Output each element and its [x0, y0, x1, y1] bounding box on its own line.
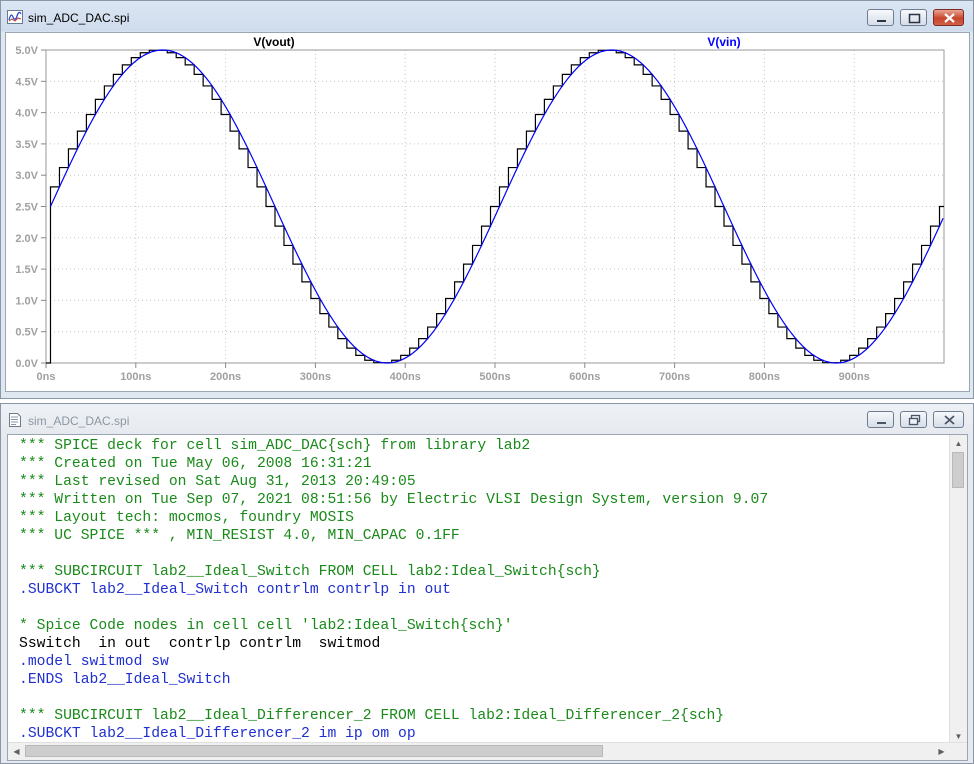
scroll-corner — [950, 743, 967, 760]
scroll-left-icon[interactable]: ◀ — [8, 743, 25, 760]
minimize-icon — [877, 422, 886, 424]
y-tick-label: 3.0V — [15, 170, 38, 182]
vertical-scrollbar[interactable]: ▲ ▼ — [949, 435, 967, 745]
horizontal-scrollbar[interactable]: ◀ ▶ — [8, 742, 967, 760]
netlist-window[interactable]: sim_ADC_DAC.spi *** SPICE deck for cell … — [0, 403, 974, 764]
y-tick-label: 4.5V — [15, 76, 38, 88]
netlist-line: *** Layout tech: mocmos, foundry MOSIS — [19, 510, 354, 526]
maximize-button[interactable] — [900, 9, 927, 26]
y-tick-label: 1.5V — [15, 264, 38, 276]
restore-button[interactable] — [900, 411, 927, 428]
netlist-line: *** SPICE deck for cell sim_ADC_DAC{sch}… — [19, 438, 531, 454]
close-icon — [944, 415, 955, 425]
y-tick-label: 1.0V — [15, 295, 38, 307]
netlist-line: .SUBCKT lab2__Ideal_Switch contrlm contr… — [19, 582, 451, 598]
document-icon — [9, 413, 21, 427]
close-button[interactable] — [933, 9, 964, 26]
netlist-line: * Spice Code nodes in cell cell 'lab2:Id… — [19, 618, 513, 634]
x-tick-label: 300ns — [300, 371, 331, 383]
scroll-right-icon[interactable]: ▶ — [933, 743, 950, 760]
horizontal-scroll-thumb[interactable] — [25, 745, 603, 757]
scroll-up-icon[interactable]: ▲ — [950, 435, 967, 452]
x-tick-label: 100ns — [120, 371, 151, 383]
minimize-icon — [877, 20, 886, 22]
y-tick-label: 0.5V — [15, 327, 38, 339]
plot-pane[interactable]: 0.0V 0.5V 1.0V 1.5V 2.0V 2.5V 3.0V 3.5V 4.0V 4.5V… — [5, 32, 970, 392]
waveform-window[interactable]: sim_ADC_DAC.spi 0.0V 0.5V 1.0V 1.5V 2.0V 2.5V… — [0, 0, 974, 399]
vout-trace-label: V(vout) — [253, 35, 294, 49]
netlist-line — [19, 545, 949, 563]
restore-icon — [908, 414, 921, 426]
netlist-line: *** Created on Tue May 06, 2008 16:31:21 — [19, 456, 372, 472]
window-title: sim_ADC_DAC.spi — [28, 414, 130, 428]
netlist-line — [19, 599, 949, 617]
netlist-line: *** SUBCIRCUIT lab2__Ideal_Switch FROM C… — [19, 564, 601, 580]
x-tick-label: 600ns — [569, 371, 600, 383]
close-icon — [944, 13, 955, 23]
netlist-line: *** Written on Tue Sep 07, 2021 08:51:56… — [19, 492, 769, 508]
netlist-line — [19, 689, 949, 707]
y-tick-label: 2.5V — [15, 202, 38, 214]
maximize-icon — [908, 13, 921, 24]
netlist-text[interactable]: *** SPICE deck for cell sim_ADC_DAC{sch}… — [19, 437, 949, 743]
vin-trace-label: V(vin) — [707, 35, 740, 49]
y-tick-label: 3.5V — [15, 139, 38, 151]
x-tick-label: 900ns — [839, 371, 870, 383]
x-tick-label: 500ns — [479, 371, 510, 383]
y-tick-label: 4.0V — [15, 108, 38, 120]
waveform-titlebar[interactable]: sim_ADC_DAC.spi — [1, 1, 973, 31]
netlist-line: *** SUBCIRCUIT lab2__Ideal_Differencer_2… — [19, 708, 725, 724]
netlist-line: *** UC SPICE *** , MIN_RESIST 4.0, MIN_C… — [19, 528, 460, 544]
y-tick-label: 2.0V — [15, 233, 38, 245]
x-tick-label: 700ns — [659, 371, 690, 383]
x-tick-label: 800ns — [749, 371, 780, 383]
vertical-scroll-thumb[interactable] — [952, 452, 964, 488]
x-tick-label: 400ns — [390, 371, 421, 383]
x-tick-label: 0ns — [37, 371, 56, 383]
netlist-line: .ENDS lab2__Ideal_Switch — [19, 672, 231, 688]
netlist-line: Sswitch in out contrlp contrlm switmod — [19, 636, 381, 652]
window-title: sim_ADC_DAC.spi — [28, 11, 130, 25]
waveform-plot[interactable]: 0.0V 0.5V 1.0V 1.5V 2.0V 2.5V 3.0V 3.5V 4.0V 4.5V… — [6, 33, 969, 391]
minimize-button[interactable] — [867, 9, 894, 26]
close-button[interactable] — [933, 411, 964, 428]
y-tick-label: 0.0V — [15, 358, 38, 370]
netlist-line: .model switmod sw — [19, 654, 169, 670]
netlist-titlebar[interactable]: sim_ADC_DAC.spi — [1, 404, 973, 434]
y-tick-label: 5.0V — [15, 45, 38, 57]
minimize-button[interactable] — [867, 411, 894, 428]
netlist-editor[interactable]: *** SPICE deck for cell sim_ADC_DAC{sch}… — [7, 434, 968, 761]
vout-trace — [46, 49, 944, 364]
netlist-line: .SUBCKT lab2__Ideal_Differencer_2 im ip … — [19, 726, 416, 742]
x-tick-label: 200ns — [210, 371, 241, 383]
waveform-viewer-icon — [7, 10, 23, 24]
netlist-line: *** Last revised on Sat Aug 31, 2013 20:… — [19, 474, 416, 490]
